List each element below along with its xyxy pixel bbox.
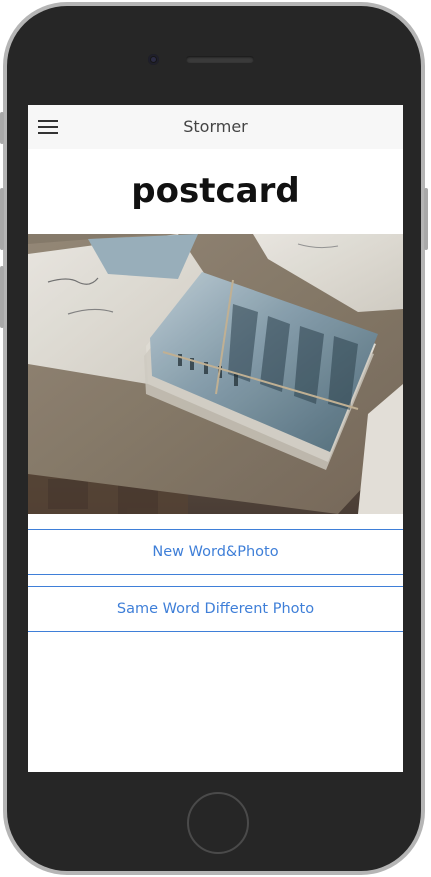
same-word-different-photo-button[interactable]: Same Word Different Photo xyxy=(28,586,403,632)
app-screen: Stormer postcard New Word&Photo Same Wor… xyxy=(28,105,403,772)
volume-up-button xyxy=(0,188,4,250)
new-word-photo-button[interactable]: New Word&Photo xyxy=(28,529,403,575)
home-button[interactable] xyxy=(187,792,249,854)
power-button xyxy=(424,188,428,250)
earpiece-speaker xyxy=(186,56,254,63)
word-heading: postcard xyxy=(131,171,300,211)
app-header: Stormer xyxy=(28,105,403,149)
volume-down-button xyxy=(0,266,4,328)
front-camera xyxy=(148,54,159,65)
word-photo xyxy=(28,234,403,514)
mute-switch xyxy=(0,112,4,144)
app-title: Stormer xyxy=(183,117,248,136)
